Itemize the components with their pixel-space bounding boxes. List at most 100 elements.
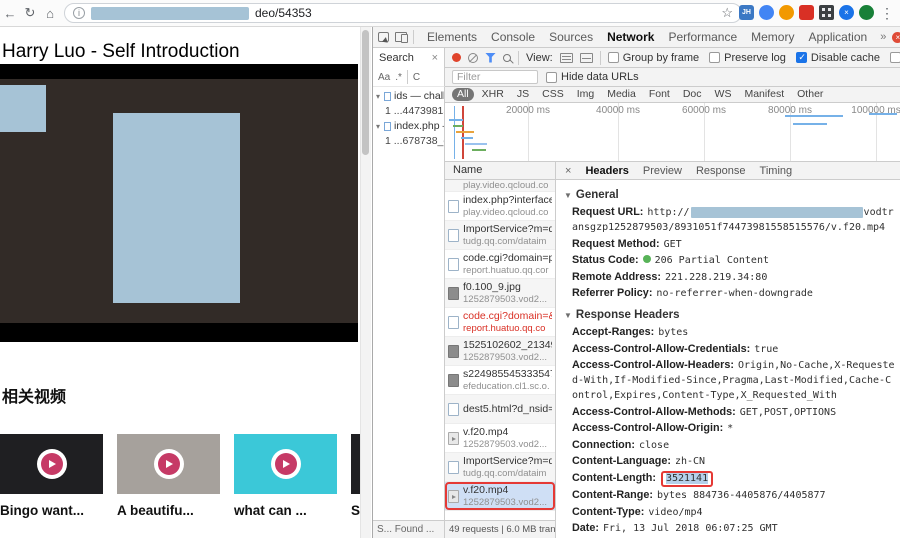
page-scrollbar-thumb[interactable] (362, 30, 369, 155)
orange-extension-icon[interactable] (779, 5, 794, 20)
type-filter-pill[interactable]: Img (572, 88, 600, 101)
match-case-toggle[interactable]: Aa (378, 72, 390, 83)
type-filter-pill[interactable]: Manifest (739, 88, 789, 101)
blue-x-extension-icon[interactable] (839, 5, 854, 20)
refresh-search-icon[interactable]: C (413, 72, 420, 83)
type-filter-pill[interactable]: Other (792, 88, 828, 101)
details-tab[interactable]: Timing (760, 165, 793, 177)
network-request-row[interactable]: code.cgi?domain=&. report.huatuo.qq.co (445, 308, 555, 337)
checkbox-icon[interactable] (607, 52, 619, 63)
type-filter-pill[interactable]: JS (512, 88, 534, 101)
devtools-tab[interactable]: Sources (542, 27, 600, 47)
search-icon[interactable] (503, 53, 511, 62)
list-view-icon[interactable] (559, 52, 573, 63)
type-filter-pill[interactable]: All (452, 88, 474, 101)
video-thumbnail[interactable] (234, 434, 337, 494)
type-filter-pill[interactable]: CSS (537, 88, 569, 101)
network-request-row[interactable]: play.video.qcloud.co (445, 180, 555, 192)
jh-extension-icon[interactable]: JH (739, 5, 754, 20)
device-toolbar-icon[interactable] (395, 32, 408, 43)
devtools-tab[interactable]: Application (801, 27, 874, 47)
network-request-row[interactable]: ImportService?m=d. tudg.qq.com/dataim (445, 453, 555, 482)
related-video[interactable]: what can ... (234, 434, 337, 518)
video-thumbnail[interactable] (351, 434, 360, 494)
video-player[interactable] (0, 64, 358, 342)
devtools-tab[interactable]: Performance (661, 27, 744, 47)
search-tab-close-icon[interactable]: × (432, 52, 438, 64)
checkbox-icon[interactable] (795, 52, 807, 63)
devtools-tab[interactable]: Memory (744, 27, 801, 47)
search-result[interactable]: 1 ...678738_c... (373, 134, 444, 149)
regex-toggle[interactable]: .* (395, 72, 402, 83)
type-filter-pill[interactable]: Doc (678, 88, 707, 101)
filter-funnel-icon[interactable] (485, 52, 496, 63)
network-request-row[interactable]: f0.100_9.jpg 1252879503.vod2... (445, 279, 555, 308)
network-request-row[interactable]: dest5.html?d_nsid=0 (445, 395, 555, 424)
checkbox-icon[interactable] (546, 71, 557, 83)
search-result[interactable]: ids — challe... (373, 89, 444, 104)
details-close-icon[interactable]: × (565, 165, 571, 177)
related-video[interactable]: S... (351, 434, 360, 518)
search-result[interactable]: 1 ...44739815... (373, 104, 444, 119)
reload-icon[interactable] (20, 5, 40, 21)
checkbox-icon[interactable] (889, 52, 900, 63)
network-request-row[interactable]: ImportService?m=d. tudg.qq.com/dataim (445, 221, 555, 250)
toolbar-checkbox[interactable]: Group by frame (607, 52, 699, 64)
play-button-icon[interactable] (36, 449, 67, 479)
network-request-row[interactable]: v.f20.mp4 1252879503.vod2... (445, 424, 555, 453)
name-column-header[interactable]: Name (445, 162, 555, 180)
back-icon[interactable] (0, 6, 20, 21)
red-extension-icon[interactable] (799, 5, 814, 20)
browser-menu-icon[interactable] (880, 5, 894, 22)
response-headers-section-title[interactable]: Response Headers (564, 309, 897, 321)
inspect-element-icon[interactable] (378, 32, 389, 42)
tab-overflow-chevron[interactable]: » (880, 31, 886, 43)
video-caption: what can ... (234, 503, 307, 518)
green-extension-icon[interactable] (859, 5, 874, 20)
details-tab[interactable]: Headers (585, 165, 628, 177)
video-thumbnail[interactable] (0, 434, 103, 494)
bookmark-star-icon[interactable] (721, 5, 733, 21)
network-request-row[interactable]: index.php?interface. play.video.qcloud.c… (445, 192, 555, 221)
devtools-tab[interactable]: Console (484, 27, 542, 47)
blue-circle-extension-icon[interactable] (759, 5, 774, 20)
network-filter-input[interactable] (452, 70, 538, 84)
type-filter-pill[interactable]: Media (602, 88, 641, 101)
record-icon[interactable] (452, 53, 461, 62)
play-button-icon[interactable] (270, 449, 301, 479)
network-request-row[interactable]: 1525102602_21349. 1252879503.vod2... (445, 337, 555, 366)
toolbar-checkbox[interactable]: Offli (889, 52, 900, 64)
search-drawer-tab[interactable]: Search × (373, 48, 445, 68)
header-name: Content-Type: (572, 505, 645, 518)
large-rows-icon[interactable] (579, 52, 593, 63)
search-result[interactable]: index.php —... (373, 119, 444, 134)
devtools-tab[interactable]: Network (600, 27, 661, 47)
timeline-overview[interactable]: 20000 ms 40000 ms 60000 ms 80000 ms 100000 m… (445, 103, 900, 162)
error-badge-icon[interactable] (892, 31, 900, 43)
general-section-title[interactable]: General (564, 189, 897, 201)
type-filter-pill[interactable]: WS (710, 88, 737, 101)
toolbar-checkbox[interactable]: Disable cache (795, 52, 880, 64)
devtools-tab[interactable]: Elements (420, 27, 484, 47)
network-request-row[interactable]: code.cgi?domain=pl report.huatuo.qq.cor (445, 250, 555, 279)
request-domain: report.huatuo.qq.cor (463, 265, 549, 276)
network-request-row[interactable]: v.f20.mp4 1252879503.vod2... (445, 482, 555, 511)
play-button-icon[interactable] (153, 449, 184, 479)
toolbar-checkbox[interactable]: Preserve log (709, 52, 786, 64)
search-result-text: ids — challe... (394, 90, 444, 102)
grid-extension-icon[interactable] (819, 5, 834, 20)
details-tab[interactable]: Preview (643, 165, 682, 177)
hide-data-urls-checkbox[interactable]: Hide data URLs (546, 71, 639, 83)
checkbox-icon[interactable] (709, 52, 721, 63)
related-video[interactable]: Bingo want... (0, 434, 103, 518)
address-bar[interactable]: deo/54353 (64, 3, 742, 23)
type-filter-pill[interactable]: XHR (477, 88, 509, 101)
network-request-row[interactable]: s224985545333547. efeducation.cl1.sc.o. (445, 366, 555, 395)
clear-icon[interactable] (468, 52, 478, 63)
home-icon[interactable] (40, 6, 60, 21)
related-video[interactable]: A beautifu... (117, 434, 220, 518)
details-tab[interactable]: Response (696, 165, 746, 177)
page-info-icon[interactable] (73, 7, 85, 19)
video-thumbnail[interactable] (117, 434, 220, 494)
type-filter-pill[interactable]: Font (644, 88, 675, 101)
